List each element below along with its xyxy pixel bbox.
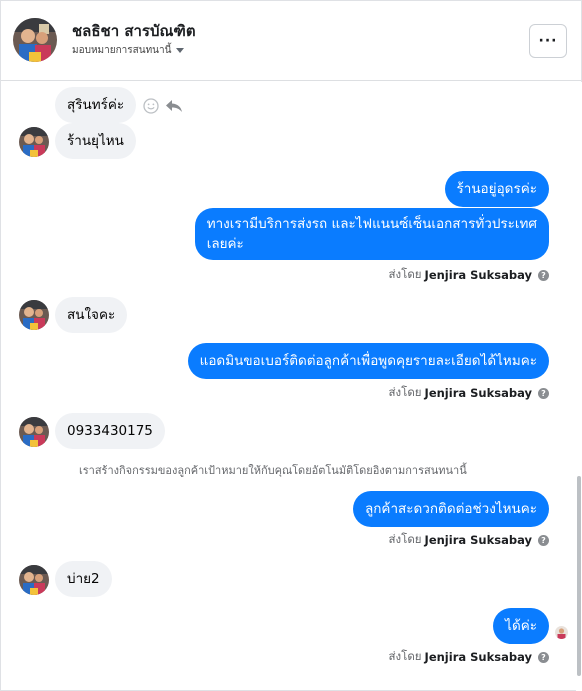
sent-by-prefix: ส่งโดย <box>388 385 422 399</box>
contact-avatar-small[interactable] <box>19 565 49 595</box>
message-incoming[interactable]: ร้านยุไหน <box>55 123 136 159</box>
message-actions <box>143 98 183 114</box>
message-outgoing[interactable]: ลูกค้าสะดวกติดต่อช่วงไหนคะ <box>352 491 549 527</box>
caret-down-icon <box>176 48 185 53</box>
message-outgoing[interactable]: แอดมินขอเบอร์ติดต่อลูกค้าเพื่อพูดคุยรายล… <box>187 343 549 379</box>
scrollbar-thumb[interactable] <box>577 476 581 676</box>
question-circle-icon[interactable]: ? <box>538 269 549 281</box>
sent-by-agent[interactable]: Jenjira Suksabay <box>425 268 532 282</box>
contact-avatar-small[interactable] <box>19 127 49 157</box>
sent-by-agent[interactable]: Jenjira Suksabay <box>425 533 532 547</box>
sent-by-prefix: ส่งโดย <box>388 267 422 281</box>
sent-by-label: ส่งโดย Jenjira Suksabay ? <box>389 266 549 284</box>
sent-by-prefix: ส่งโดย <box>388 649 422 663</box>
conversation-header: ชลธิชา สารบัณฑิต มอบหมายการสนทนานี้ ··· <box>1 1 581 81</box>
message-incoming[interactable]: บ่าย2 <box>55 561 112 597</box>
chat-window: ชลธิชา สารบัณฑิต มอบหมายการสนทนานี้ ··· … <box>0 0 582 691</box>
contact-avatar[interactable] <box>13 18 57 62</box>
message-outgoing[interactable]: ร้านอยู่อุดรค่ะ <box>444 171 549 207</box>
more-dots-icon: ··· <box>538 33 558 49</box>
message-incoming[interactable]: สนใจคะ <box>55 297 128 333</box>
sent-by-label: ส่งโดย Jenjira Suksabay ? <box>389 384 549 402</box>
message-line: ทางเรามีบริการส่งรถ และไฟแนนซ์เซ็นเอกสาร… <box>206 216 537 232</box>
more-options-button[interactable]: ··· <box>529 24 567 58</box>
message-line: เลยค่ะ <box>206 236 244 252</box>
contact-name[interactable]: ชลธิชา สารบัณฑิต <box>72 19 196 43</box>
assign-label: มอบหมายการสนทนานี้ <box>72 45 172 56</box>
question-circle-icon[interactable]: ? <box>538 651 549 663</box>
system-note: เราสร้างกิจกรรมของลูกค้าเป้าหมายให้กับคุ… <box>79 464 467 477</box>
read-receipt-avatar <box>555 626 568 639</box>
sent-by-label: ส่งโดย Jenjira Suksabay ? <box>389 648 549 666</box>
question-circle-icon[interactable]: ? <box>538 534 549 546</box>
sent-by-prefix: ส่งโดย <box>388 532 422 546</box>
sent-by-agent[interactable]: Jenjira Suksabay <box>425 650 532 664</box>
reply-arrow-icon[interactable] <box>165 98 183 114</box>
contact-avatar-small[interactable] <box>19 300 49 330</box>
question-circle-icon[interactable]: ? <box>538 387 549 399</box>
message-outgoing[interactable]: ได้ค่ะ <box>493 608 549 644</box>
contact-avatar-small[interactable] <box>19 417 49 447</box>
sent-by-label: ส่งโดย Jenjira Suksabay ? <box>389 531 549 549</box>
message-outgoing[interactable]: ทางเรามีบริการส่งรถ และไฟแนนซ์เซ็นเอกสาร… <box>194 208 549 260</box>
message-incoming[interactable]: 0933430175 <box>55 413 165 449</box>
sent-by-agent[interactable]: Jenjira Suksabay <box>425 386 532 400</box>
smiley-icon[interactable] <box>143 98 159 114</box>
message-incoming[interactable]: สุรินทร์ค่ะ <box>55 87 137 123</box>
assign-conversation-dropdown[interactable]: มอบหมายการสนทนานี้ <box>72 43 185 58</box>
